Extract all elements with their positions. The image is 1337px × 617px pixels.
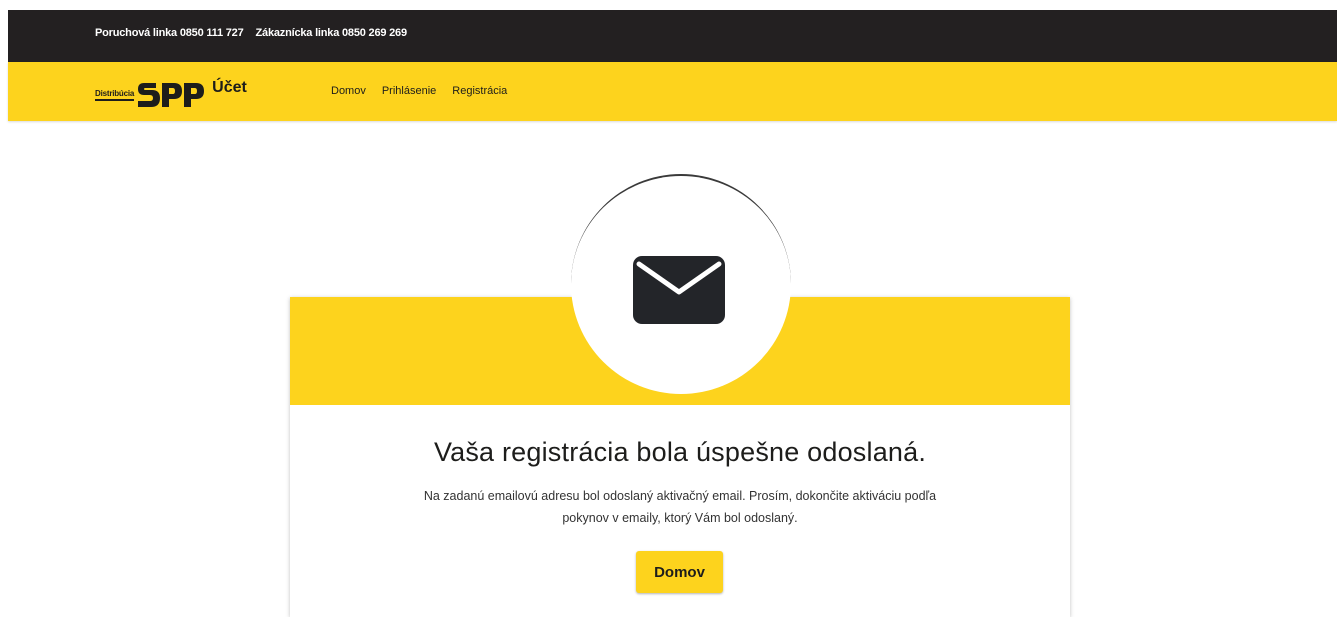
message-line-1: Na zadanú emailovú adresu bol odoslaný a…: [423, 489, 937, 503]
home-button[interactable]: Domov: [636, 551, 723, 593]
customer-line-text: Zákaznícka linka 0850 269 269: [255, 27, 408, 39]
confirmation-message: Na zadanú emailovú adresu bol odoslaný a…: [320, 485, 1040, 529]
nav-item-registracia[interactable]: Registrácia: [452, 85, 507, 97]
contact-lines: Poruchová linka 0850 111 727 Zákaznícka l…: [95, 27, 407, 39]
main-navbar: Distribúcia Účet Domov Prihlásenie Regis…: [8, 62, 1337, 121]
icon-circle: [571, 174, 791, 394]
nav-item-domov[interactable]: Domov: [331, 85, 366, 97]
spp-logo-icon: [138, 83, 205, 107]
envelope-icon: [633, 256, 725, 324]
logo-subtitle: Distribúcia: [95, 89, 134, 101]
message-line-2: pokynov v emaily, ktorý Vám bol odoslaný…: [562, 511, 798, 525]
app-name: Účet: [212, 79, 247, 96]
nav-item-prihlasenie[interactable]: Prihlásenie: [382, 85, 436, 97]
fault-line-text: Poruchová linka 0850 111 727: [95, 27, 244, 39]
page-title: Vaša registrácia bola úspešne odoslaná.: [433, 437, 927, 467]
nav-menu: Domov Prihlásenie Registrácia: [331, 85, 507, 97]
top-contact-bar: Poruchová linka 0850 111 727 Zákaznícka l…: [8, 10, 1337, 62]
brand-logo[interactable]: Distribúcia Účet: [95, 79, 247, 109]
